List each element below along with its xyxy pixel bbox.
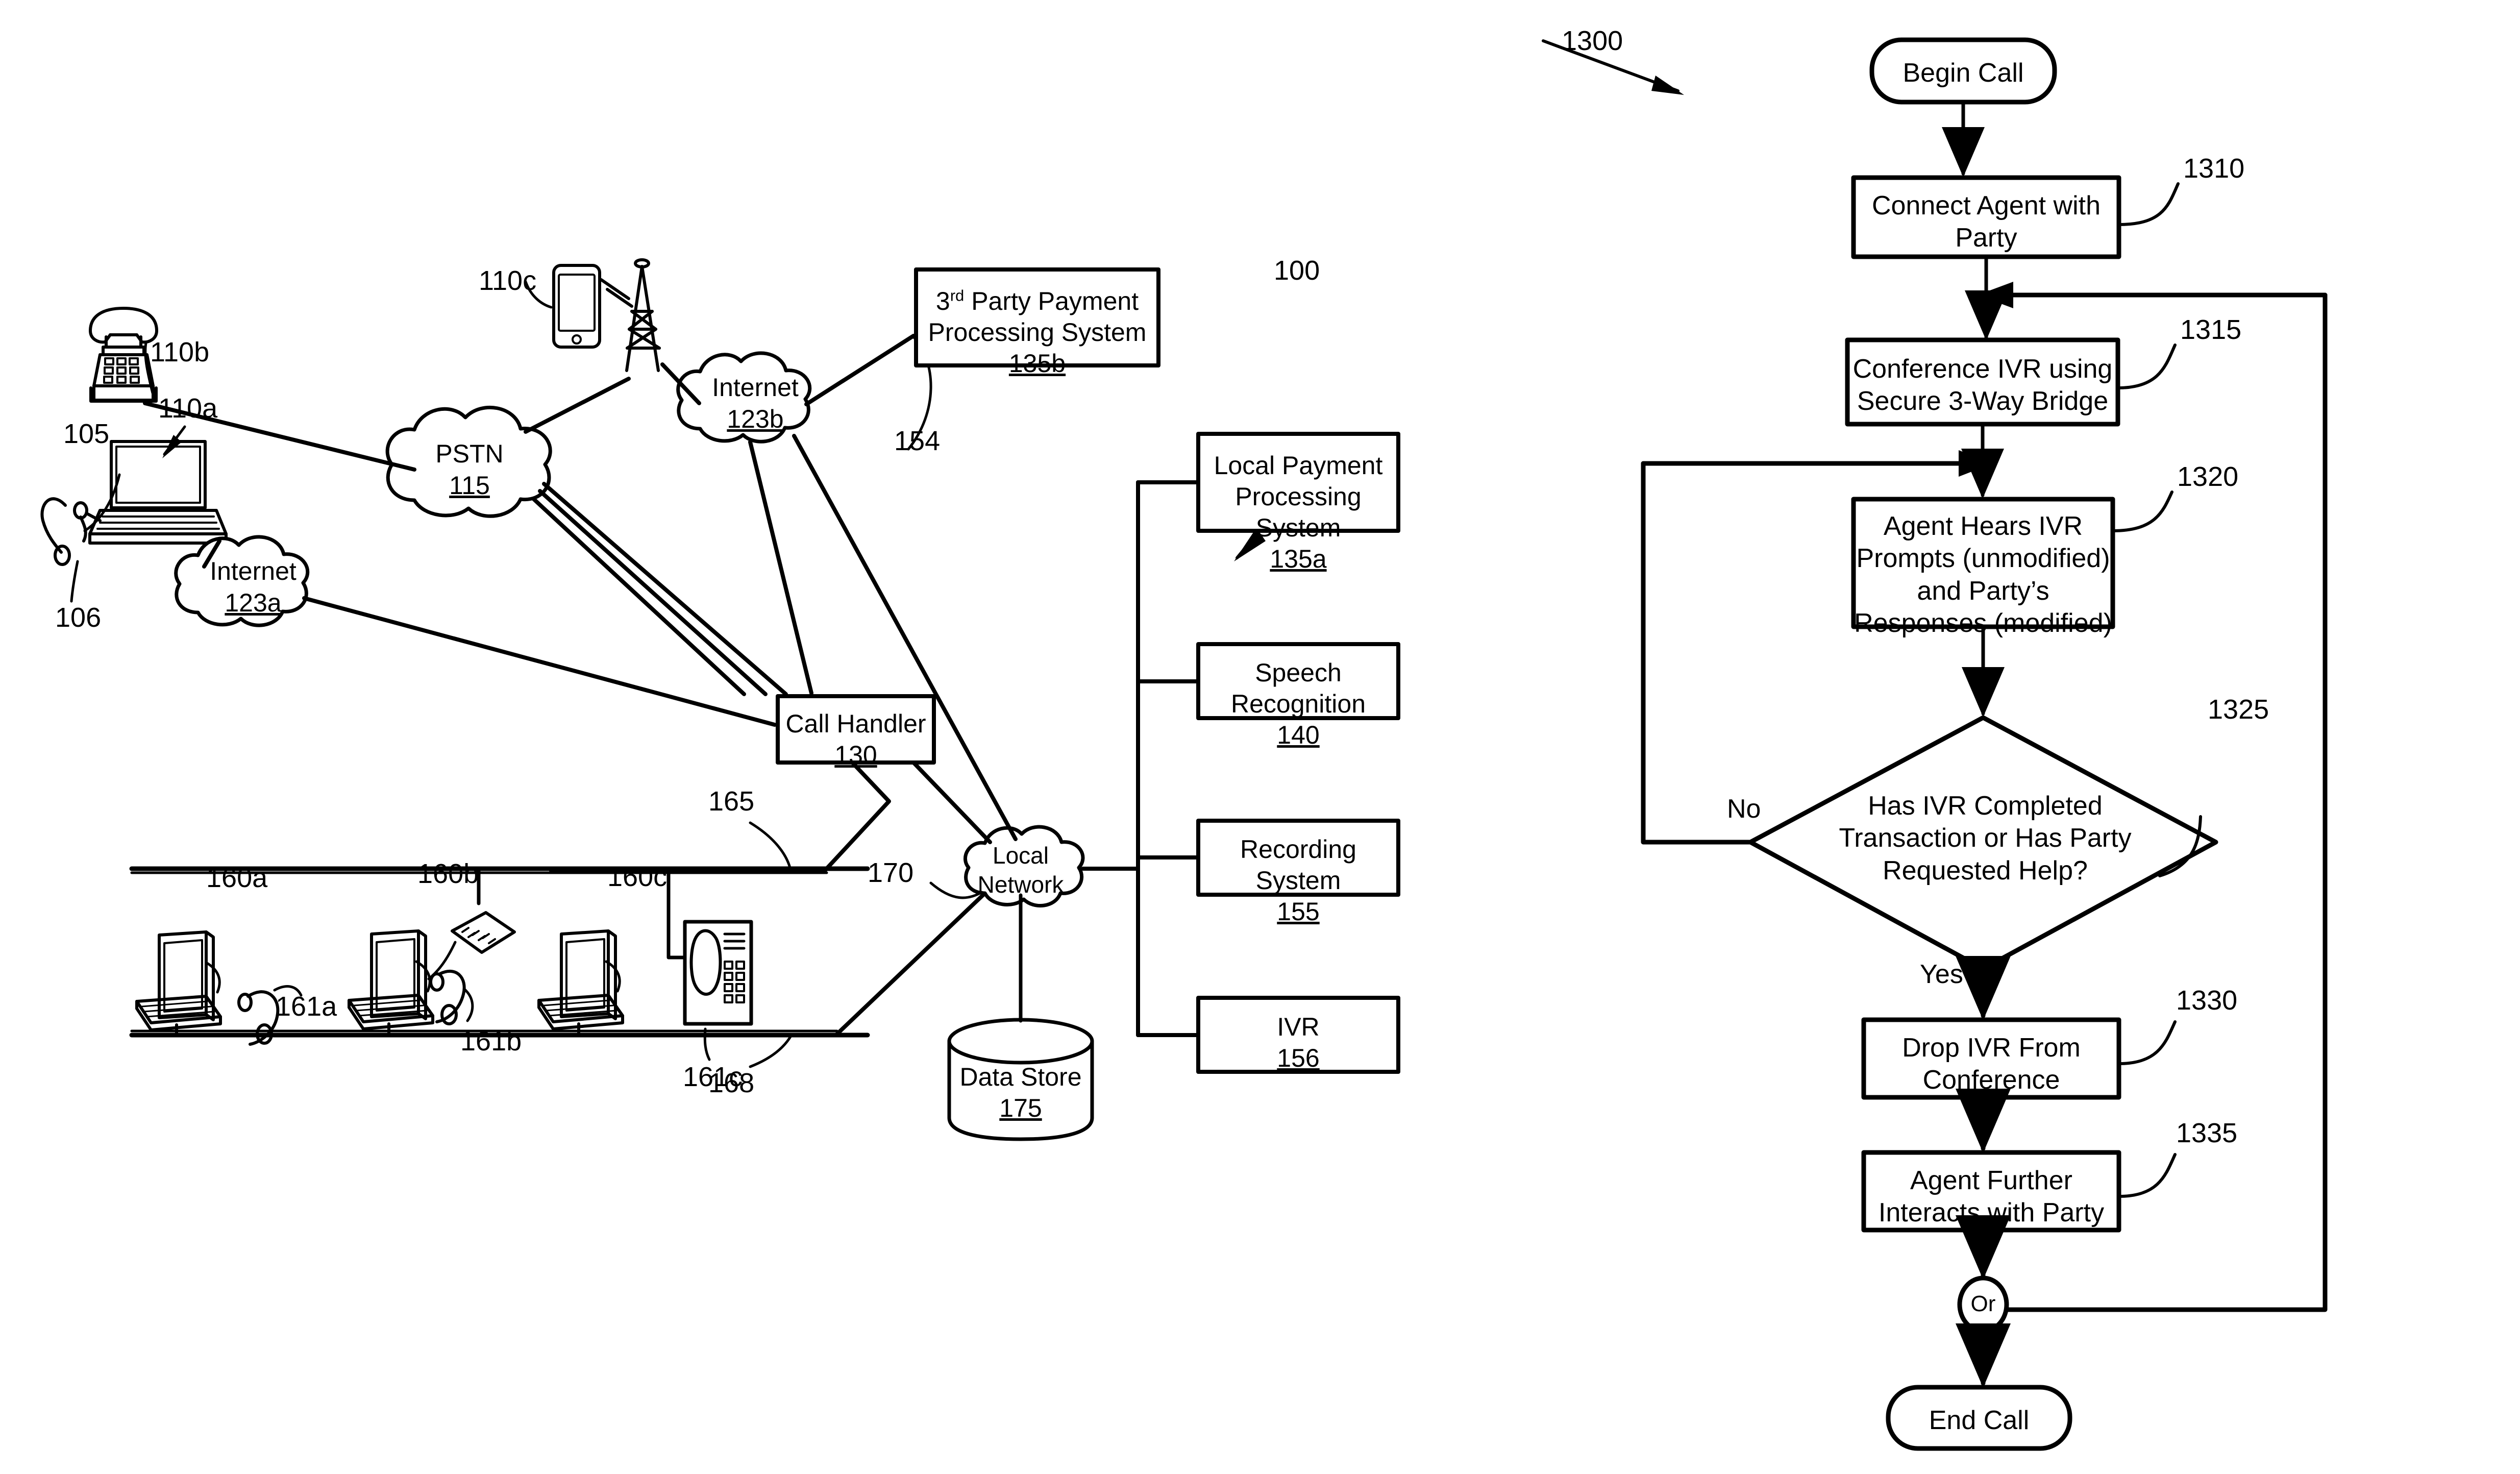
ref-160b: 160b — [417, 858, 479, 889]
ref-170: 170 — [868, 857, 914, 888]
cloud-internet-b-num: 123b — [727, 405, 784, 433]
branch-label-no: No — [1727, 794, 1761, 824]
decision-1325-line2: Transaction or Has Party — [1839, 823, 2132, 853]
step-1320-line2: Prompts (unmodified) — [1856, 544, 2110, 574]
step-1315-line1: Conference IVR using — [1852, 354, 2113, 384]
party-laptop-110a — [88, 440, 228, 545]
step-1315-label: Conference IVR using Secure 3-Way Bridge — [1847, 353, 2118, 418]
step-1320-line4: Responses (modified) — [1854, 608, 2112, 638]
box-label-local-payment: Local Payment Processing System 135a — [1198, 450, 1398, 575]
cloud-pstn-num: 115 — [449, 471, 490, 500]
ref-161b: 161b — [460, 1026, 522, 1057]
figure-ref-1300: 1300 — [1562, 26, 1623, 56]
ref-160a: 160a — [206, 863, 268, 893]
landline-phone-110b — [89, 307, 158, 403]
box-third-party-num: 135b — [1008, 349, 1066, 378]
ref-105: 105 — [63, 419, 110, 449]
step-1310-line2: Party — [1955, 223, 2017, 253]
box-speech-recognition-line1: Speech Recognition — [1230, 658, 1366, 718]
cloud-label-internet-b: Internet 123b — [675, 372, 836, 435]
cloud-pstn-name: PSTN — [435, 439, 504, 468]
box-recording-system-line1: Recording System — [1240, 835, 1356, 895]
cell-tower — [625, 258, 661, 372]
step-ref-1325: 1325 — [2208, 694, 2269, 725]
step-1315-line2: Secure 3-Way Bridge — [1857, 386, 2109, 416]
workstation-160a — [135, 930, 222, 1037]
data-store-label: Data Store 175 — [949, 1062, 1092, 1124]
cloud-label-pstn: PSTN 115 — [389, 438, 550, 501]
box-label-third-party-payment: 3rd Party Payment Processing System 135b — [916, 286, 1158, 379]
decision-1325-line1: Has IVR Completed — [1868, 791, 2103, 821]
step-1335-label: Agent Further Interacts with Party — [1864, 1165, 2119, 1230]
box-third-party-line1: 3rd Party Payment — [935, 286, 1139, 315]
step-ref-1320: 1320 — [2177, 461, 2239, 492]
step-1335-line2: Interacts with Party — [1878, 1198, 2105, 1228]
box-recording-system-num: 155 — [1277, 897, 1320, 926]
ref-165: 165 — [708, 786, 755, 817]
step-ref-1310: 1310 — [2183, 153, 2245, 184]
step-1330-label: Drop IVR From Conference — [1864, 1032, 2119, 1097]
decision-1325-label: Has IVR Completed Transaction or Has Par… — [1837, 790, 2133, 887]
workstation-160c — [537, 929, 624, 1037]
figure-ref-100: 100 — [1274, 255, 1320, 286]
ref-106: 106 — [55, 602, 102, 633]
data-store-name: Data Store — [959, 1063, 1082, 1091]
box-label-call-handler: Call Handler 130 — [778, 708, 934, 771]
ref-161a: 161a — [276, 991, 337, 1022]
ref-154: 154 — [894, 426, 941, 456]
box-speech-recognition-num: 140 — [1277, 721, 1320, 749]
ref-110b: 110b — [150, 337, 210, 367]
box-label-speech-recognition: Speech Recognition 140 — [1198, 657, 1398, 751]
cloud-label-local-network: Local Network — [954, 841, 1087, 899]
step-1320-line1: Agent Hears IVR — [1883, 511, 2083, 541]
step-1310-line1: Connect Agent with — [1871, 191, 2101, 220]
box-ivr-line1: IVR — [1277, 1013, 1320, 1041]
step-1330-line2: Conference — [1922, 1065, 2060, 1095]
box-label-ivr: IVR 156 — [1198, 1012, 1398, 1074]
box-local-payment-line2: Processing System — [1235, 482, 1362, 542]
box-local-payment-num: 135a — [1270, 545, 1327, 573]
cloud-local-network-line1: Local — [993, 842, 1049, 869]
box-local-payment-line1: Local Payment — [1214, 451, 1383, 480]
cloud-internet-a-num: 123a — [225, 588, 282, 617]
step-1320-label: Agent Hears IVR Prompts (unmodified) and… — [1854, 510, 2113, 640]
box-call-handler-num: 130 — [834, 741, 877, 769]
headset-161b — [429, 970, 466, 1025]
step-ref-1335: 1335 — [2176, 1118, 2238, 1148]
step-1320-line3: and Party’s — [1917, 576, 2049, 606]
decision-1325-line3: Requested Help? — [1883, 855, 2088, 886]
data-store-num: 175 — [999, 1094, 1042, 1122]
cloud-internet-b-name: Internet — [712, 373, 799, 402]
ref-110c: 110c — [479, 265, 537, 296]
box-ivr-num: 156 — [1277, 1044, 1320, 1072]
box-third-party-line2: Processing System — [928, 318, 1147, 347]
terminator-end-call-label: End Call — [1929, 1406, 2030, 1435]
step-ref-1330: 1330 — [2176, 985, 2238, 1016]
cloud-label-internet-a: Internet 123a — [172, 555, 334, 619]
branch-label-yes: Yes — [1920, 960, 1963, 989]
ref-160c: 160c — [607, 862, 668, 892]
patent-figure-page: 100 1300 105 106 110a 110b 110c 154 165 … — [0, 0, 2520, 1474]
step-1310-label: Connect Agent with Party — [1854, 190, 2119, 255]
ref-161c: 161c — [683, 1062, 743, 1092]
cloud-internet-a-name: Internet — [210, 557, 297, 585]
workstation-160b — [348, 929, 434, 1037]
agent-keypad-device — [451, 911, 516, 954]
cloud-local-network-line2: Network — [977, 871, 1064, 898]
step-1335-line1: Agent Further — [1910, 1166, 2072, 1195]
step-ref-1315: 1315 — [2180, 314, 2242, 345]
agent-phone-161c — [666, 869, 753, 1026]
terminator-begin-call-label: Begin Call — [1903, 58, 2024, 88]
box-call-handler-line1: Call Handler — [785, 709, 926, 738]
mobile-phone-110c — [552, 264, 601, 349]
box-label-recording-system: Recording System 155 — [1198, 834, 1398, 927]
ref-110a: 110a — [158, 393, 218, 424]
step-1330-line1: Drop IVR From — [1902, 1033, 2081, 1063]
or-connector-label: Or — [1970, 1291, 1996, 1316]
